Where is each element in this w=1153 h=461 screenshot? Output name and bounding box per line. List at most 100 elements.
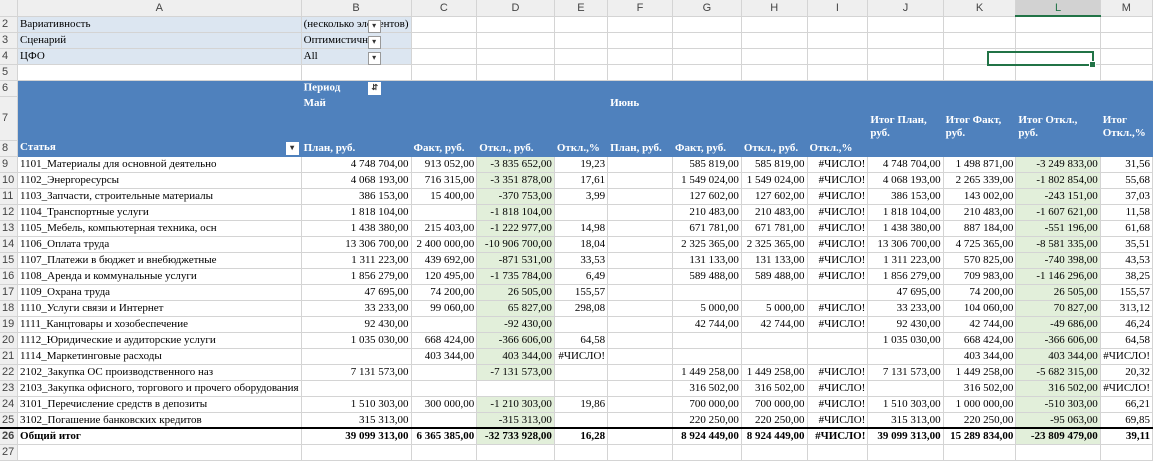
cell[interactable] <box>411 64 478 81</box>
value-cell[interactable]: 11,58 <box>1100 204 1153 221</box>
value-cell[interactable]: 19,86 <box>554 396 609 413</box>
article-filter-dropdown-icon[interactable]: ▾ <box>285 142 299 155</box>
value-cell[interactable]: #ЧИСЛО! <box>807 427 869 445</box>
value-cell[interactable] <box>607 364 674 381</box>
value-cell[interactable] <box>411 412 478 429</box>
value-cell[interactable]: 570 825,00 <box>943 252 1017 269</box>
value-cell[interactable]: 39 099 313,00 <box>867 427 944 445</box>
cell[interactable] <box>867 48 944 65</box>
value-cell[interactable]: #ЧИСЛО! <box>807 316 869 333</box>
value-cell[interactable] <box>554 380 609 397</box>
value-cell[interactable]: -871 531,00 <box>476 252 555 269</box>
value-cell[interactable]: 8 924 449,00 <box>741 427 808 445</box>
cell[interactable] <box>672 48 742 65</box>
value-cell[interactable]: 1 549 024,00 <box>672 172 742 189</box>
value-cell[interactable] <box>301 348 412 365</box>
cell[interactable] <box>17 444 302 461</box>
cell[interactable] <box>607 444 674 461</box>
cell[interactable] <box>1015 16 1101 33</box>
value-cell[interactable]: -1 222 977,00 <box>476 220 555 237</box>
cell[interactable] <box>1100 444 1153 461</box>
value-cell[interactable]: 74 200,00 <box>943 284 1017 301</box>
period-field-header[interactable]: Период ⇵ <box>301 80 412 97</box>
value-cell[interactable]: #ЧИСЛО! <box>807 364 869 381</box>
value-cell[interactable]: 298,08 <box>554 300 609 317</box>
value-cell[interactable]: 8 924 449,00 <box>672 427 742 445</box>
value-cell[interactable]: 403 344,00 <box>943 348 1017 365</box>
article-name-cell[interactable]: 1114_Маркетинговые расходы <box>17 348 302 365</box>
value-cell[interactable]: 43,53 <box>1100 252 1153 269</box>
filter-label[interactable]: Сценарий <box>17 32 302 49</box>
row-header-24[interactable]: 24 <box>0 396 19 413</box>
value-cell[interactable]: 47 695,00 <box>301 284 412 301</box>
value-cell[interactable]: -315 313,00 <box>476 412 555 429</box>
value-cell[interactable]: 1 510 303,00 <box>301 396 412 413</box>
cell[interactable] <box>1015 32 1101 49</box>
cell[interactable] <box>741 32 808 49</box>
header-cell[interactable] <box>807 96 869 141</box>
cell[interactable] <box>301 64 412 81</box>
value-cell[interactable]: 220 250,00 <box>672 412 742 429</box>
value-cell[interactable]: 69,85 <box>1100 412 1153 429</box>
value-cell[interactable] <box>807 332 869 349</box>
value-cell[interactable] <box>672 332 742 349</box>
value-cell[interactable]: 668 424,00 <box>943 332 1017 349</box>
cell[interactable] <box>807 48 869 65</box>
value-cell[interactable]: 47 695,00 <box>867 284 944 301</box>
value-cell[interactable]: 127 602,00 <box>672 188 742 205</box>
value-cell[interactable]: #ЧИСЛО! <box>807 380 869 397</box>
value-cell[interactable]: 1 438 380,00 <box>301 220 412 237</box>
cell[interactable] <box>867 64 944 81</box>
value-cell[interactable]: 6 365 385,00 <box>411 427 478 445</box>
value-cell[interactable] <box>607 332 674 349</box>
cell[interactable] <box>741 16 808 33</box>
value-cell[interactable] <box>607 220 674 237</box>
value-cell[interactable] <box>607 300 674 317</box>
value-cell[interactable] <box>607 156 674 173</box>
value-cell[interactable]: 2 325 365,00 <box>672 236 742 253</box>
row-header-20[interactable]: 20 <box>0 332 19 349</box>
value-cell[interactable]: 210 483,00 <box>741 204 808 221</box>
header-cell[interactable] <box>411 96 478 141</box>
cell[interactable] <box>867 16 944 33</box>
value-cell[interactable]: 20,32 <box>1100 364 1153 381</box>
column-header-h[interactable]: H <box>741 0 808 17</box>
column-header-f[interactable]: F <box>607 0 674 17</box>
value-cell[interactable]: 668 424,00 <box>411 332 478 349</box>
cell[interactable] <box>943 16 1017 33</box>
value-cell[interactable]: #ЧИСЛО! <box>554 348 609 365</box>
row-header-13[interactable]: 13 <box>0 220 19 237</box>
value-cell[interactable]: 17,61 <box>554 172 609 189</box>
month-may-header[interactable]: Май <box>301 96 412 141</box>
value-cell[interactable]: 3,99 <box>554 188 609 205</box>
value-cell[interactable]: 210 483,00 <box>672 204 742 221</box>
row-header-21[interactable]: 21 <box>0 348 19 365</box>
row-header-5[interactable]: 5 <box>0 64 19 81</box>
value-cell[interactable]: 39,11 <box>1100 427 1153 445</box>
value-cell[interactable]: 210 483,00 <box>943 204 1017 221</box>
value-cell[interactable]: -92 430,00 <box>476 316 555 333</box>
column-header-g[interactable]: G <box>672 0 742 17</box>
value-cell[interactable]: -366 606,00 <box>476 332 555 349</box>
value-cell[interactable]: -1 210 303,00 <box>476 396 555 413</box>
cell[interactable] <box>741 48 808 65</box>
article-name-cell[interactable]: 1103_Запчасти, строительные материалы <box>17 188 302 205</box>
value-cell[interactable]: 220 250,00 <box>943 412 1017 429</box>
row-header-9[interactable]: 9 <box>0 156 19 173</box>
header-cell[interactable] <box>1015 140 1101 157</box>
value-cell[interactable] <box>554 316 609 333</box>
value-cell[interactable]: 315 313,00 <box>867 412 944 429</box>
article-name-cell[interactable]: 3101_Перечисление средств в депозиты <box>17 396 302 413</box>
value-cell[interactable]: 131 133,00 <box>741 252 808 269</box>
article-name-cell[interactable]: 1109_Охрана труда <box>17 284 302 301</box>
article-name-cell[interactable]: 1111_Канцтовары и хозобеспечение <box>17 316 302 333</box>
measure-header[interactable]: План, руб. <box>301 140 412 157</box>
value-cell[interactable] <box>607 412 674 429</box>
value-cell[interactable] <box>867 380 944 397</box>
column-header-a[interactable]: A <box>17 0 302 17</box>
row-header-25[interactable]: 25 <box>0 412 19 429</box>
value-cell[interactable]: 104 060,00 <box>943 300 1017 317</box>
value-cell[interactable]: 33 233,00 <box>301 300 412 317</box>
cell[interactable] <box>943 444 1017 461</box>
header-cell[interactable] <box>411 80 478 97</box>
